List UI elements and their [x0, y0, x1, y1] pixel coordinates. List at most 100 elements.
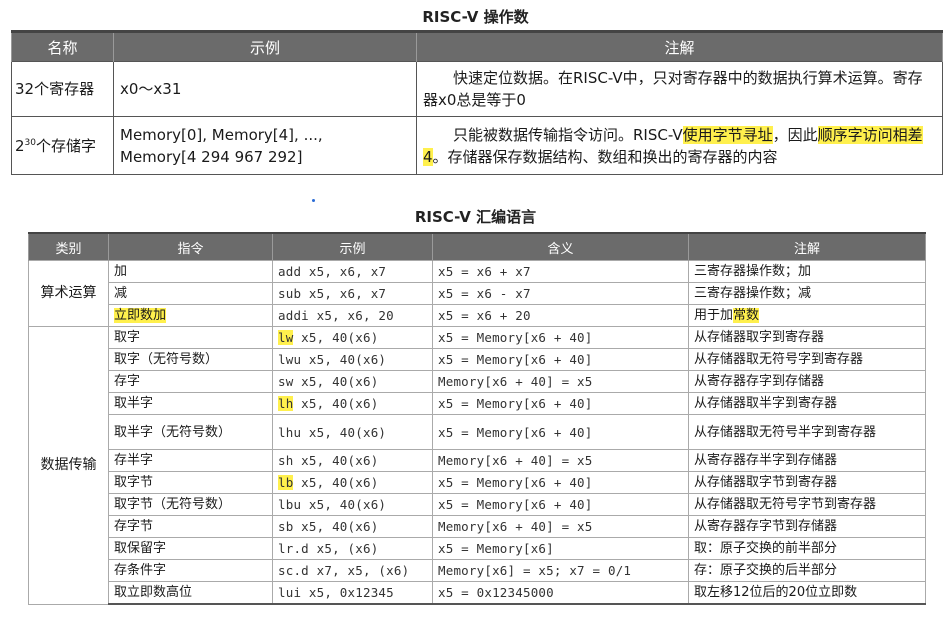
note-cell: 用于加常数	[688, 304, 926, 327]
meaning-cell: x5 = Memory[x6 + 40]	[432, 414, 689, 450]
operands-title: RISC-V 操作数	[422, 8, 529, 26]
note-cell: 从存储器取无符号半字到寄存器	[688, 414, 926, 450]
note-cell: 从存储器取无符号字节到寄存器	[688, 493, 926, 516]
instr-cell: 取半字（无符号数）	[108, 414, 273, 450]
note-cell: 取左移12位后的20位立即数	[688, 581, 926, 605]
example-cell: lw x5, 40(x6)	[272, 326, 433, 349]
example-cell: lr.d x5, (x6)	[272, 537, 433, 560]
instr-cell: 取字（无符号数）	[108, 348, 273, 371]
table-row: 存字 sw x5, 40(x6) Memory[x6 + 40] = x5 从寄…	[29, 370, 926, 393]
operand-name: 32个寄存器	[11, 61, 114, 117]
example-cell: sh x5, 40(x6)	[272, 449, 433, 472]
example-cell: addi x5, x6, 20	[272, 304, 433, 327]
meaning-cell: x5 = Memory[x6]	[432, 537, 689, 560]
operands-table: 名称 示例 注解 32个寄存器 x0～x31 快速定位数据。在RISC-V中，只…	[11, 30, 943, 175]
instr-cell: 减	[108, 282, 273, 305]
highlight-mark: lh	[278, 396, 294, 411]
table-row: 存半字 sh x5, 40(x6) Memory[x6 + 40] = x5 从…	[29, 449, 926, 472]
operand-note: 只能被数据传输指令访问。RISC-V使用字节寻址，因此顺序字访问相差4。存储器保…	[416, 116, 943, 175]
instr-cell: 加	[108, 260, 273, 283]
header-name: 名称	[11, 30, 114, 62]
example-cell: sub x5, x6, x7	[272, 282, 433, 305]
instr-cell: 取字节（无符号数）	[108, 493, 273, 516]
operand-example: Memory[0], Memory[4], ..., Memory[4 294 9…	[113, 116, 417, 175]
operand-note: 快速定位数据。在RISC-V中，只对寄存器中的数据执行算术运算。寄存器x0总是等…	[416, 61, 943, 117]
table-row: 减 sub x5, x6, x7 x5 = x6 - x7 三寄存器操作数；减	[29, 282, 926, 305]
meaning-cell: x5 = Memory[x6 + 40]	[432, 326, 689, 349]
meaning-cell: x5 = x6 - x7	[432, 282, 689, 305]
note-cell: 存：原子交换的后半部分	[688, 559, 926, 582]
example-cell: sb x5, 40(x6)	[272, 515, 433, 538]
meaning-cell: x5 = Memory[x6 + 40]	[432, 493, 689, 516]
example-cell: add x5, x6, x7	[272, 260, 433, 283]
table-row: 取半字（无符号数） lhu x5, 40(x6) x5 = Memory[x6 …	[29, 414, 926, 450]
example-cell: sw x5, 40(x6)	[272, 370, 433, 393]
operand-name: 230个存储字	[11, 116, 114, 175]
highlight-mark: 使用字节寻址	[682, 125, 773, 144]
instr-cell: 存字	[108, 370, 273, 393]
assembly-title: RISC-V 汇编语言	[414, 208, 537, 226]
note-cell: 从存储器取字到寄存器	[688, 326, 926, 349]
example-cell: lhu x5, 40(x6)	[272, 414, 433, 450]
meaning-cell: x5 = 0x12345000	[432, 581, 689, 605]
instr-cell: 存半字	[108, 449, 273, 472]
instr-cell: 存条件字	[108, 559, 273, 582]
header-example: 示例	[113, 30, 417, 62]
example-cell: sc.d x7, x5, (x6)	[272, 559, 433, 582]
stray-dot	[312, 199, 315, 202]
note-cell: 从寄存器存字到存储器	[688, 370, 926, 393]
instr-cell: 取字	[108, 326, 273, 349]
table-row: 取半字 lh x5, 40(x6) x5 = Memory[x6 + 40] 从…	[29, 392, 926, 415]
highlight-mark: lw	[278, 330, 294, 345]
example-cell: lh x5, 40(x6)	[272, 392, 433, 415]
meaning-cell: x5 = Memory[x6 + 40]	[432, 348, 689, 371]
table-row: 立即数加 addi x5, x6, 20 x5 = x6 + 20 用于加常数	[29, 304, 926, 327]
table-row: 取字节（无符号数） lbu x5, 40(x6) x5 = Memory[x6 …	[29, 493, 926, 516]
note-cell: 从存储器取字节到寄存器	[688, 471, 926, 494]
meaning-cell: Memory[x6 + 40] = x5	[432, 449, 689, 472]
header-note: 注解	[688, 232, 926, 261]
meaning-cell: x5 = Memory[x6 + 40]	[432, 471, 689, 494]
operands-header-row: 名称 示例 注解	[11, 30, 943, 62]
meaning-cell: Memory[x6 + 40] = x5	[432, 370, 689, 393]
table-row: 存条件字 sc.d x7, x5, (x6) Memory[x6] = x5; …	[29, 559, 926, 582]
highlight-mark: lb	[278, 475, 294, 490]
meaning-cell: x5 = x6 + x7	[432, 260, 689, 283]
table-row: 算术运算 加 add x5, x6, x7 x5 = x6 + x7 三寄存器操…	[28, 260, 926, 327]
instr-cell: 取保留字	[108, 537, 273, 560]
header-category: 类别	[28, 232, 109, 261]
header-example: 示例	[272, 232, 433, 261]
table-row: 230个存储字 Memory[0], Memory[4], ..., Memory…	[11, 116, 943, 175]
note-cell: 从存储器取半字到寄存器	[688, 392, 926, 415]
instr-cell: 取半字	[108, 392, 273, 415]
highlight-mark: 常数	[733, 308, 760, 323]
highlight-mark: 立即数加	[114, 308, 167, 323]
table-row: 存字节 sb x5, 40(x6) Memory[x6 + 40] = x5 从…	[29, 515, 926, 538]
table-row: 数据传输 取字 lw x5, 40(x6) x5 = Memory[x6 + 4…	[28, 326, 926, 605]
instr-cell: 取字节	[108, 471, 273, 494]
note-cell: 取：原子交换的前半部分	[688, 537, 926, 560]
note-cell: 从存储器取无符号字到寄存器	[688, 348, 926, 371]
instr-cell: 立即数加	[108, 304, 273, 327]
category-transfer: 数据传输	[28, 326, 109, 605]
note-cell: 三寄存器操作数；加	[688, 260, 926, 283]
assembly-header-row: 类别 指令 示例 含义 注解	[28, 232, 926, 261]
table-row: 取保留字 lr.d x5, (x6) x5 = Memory[x6] 取：原子交…	[29, 537, 926, 560]
example-cell: lwu x5, 40(x6)	[272, 348, 433, 371]
meaning-cell: Memory[x6 + 40] = x5	[432, 515, 689, 538]
example-cell: lui x5, 0x12345	[272, 581, 433, 605]
header-instruction: 指令	[108, 232, 273, 261]
note-cell: 从寄存器存字节到存储器	[688, 515, 926, 538]
note-cell: 从寄存器存半字到存储器	[688, 449, 926, 472]
table-row: 取立即数高位 lui x5, 0x12345 x5 = 0x12345000 取…	[29, 581, 926, 605]
note-cell: 三寄存器操作数；减	[688, 282, 926, 305]
table-row: 取字（无符号数） lwu x5, 40(x6) x5 = Memory[x6 +…	[29, 348, 926, 371]
header-meaning: 含义	[432, 232, 689, 261]
assembly-table: 类别 指令 示例 含义 注解 算术运算 加 add x5, x6, x7 x5 …	[28, 232, 926, 605]
header-note: 注解	[416, 30, 943, 62]
example-cell: lbu x5, 40(x6)	[272, 493, 433, 516]
instr-cell: 取立即数高位	[108, 581, 273, 605]
table-row: 取字节 lb x5, 40(x6) x5 = Memory[x6 + 40] 从…	[29, 471, 926, 494]
table-row: 32个寄存器 x0～x31 快速定位数据。在RISC-V中，只对寄存器中的数据执…	[11, 61, 943, 117]
category-arith: 算术运算	[28, 260, 109, 327]
